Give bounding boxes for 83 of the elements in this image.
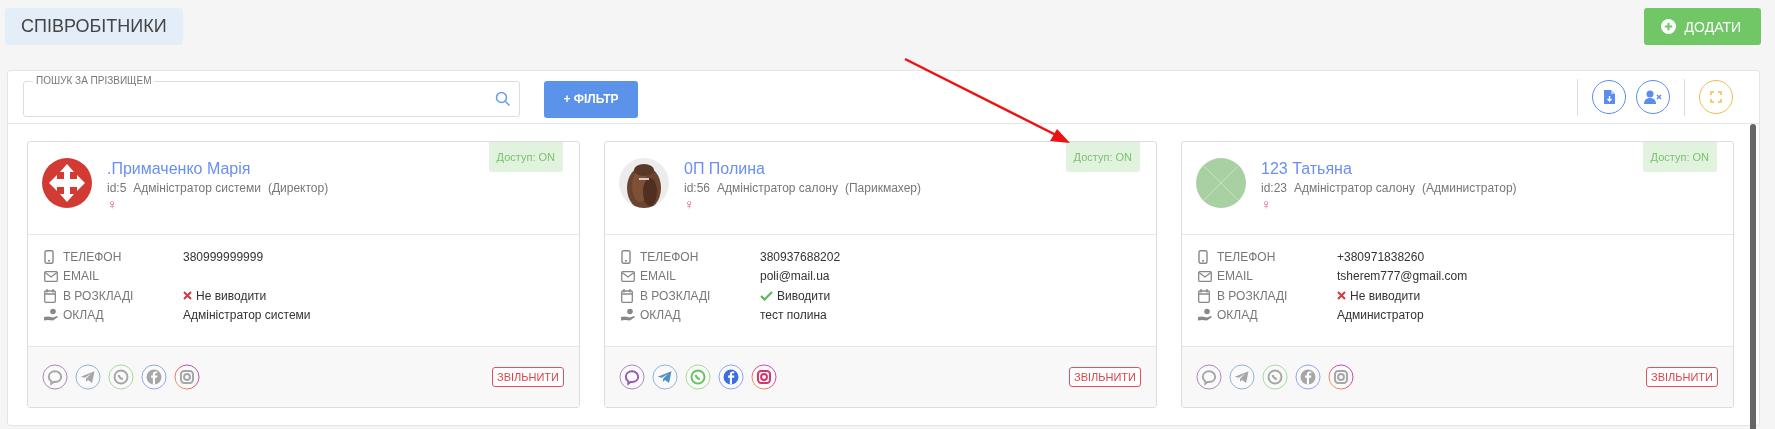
field-value: тест полина — [760, 308, 827, 323]
logo-icon — [42, 158, 92, 208]
telegram-icon[interactable] — [652, 364, 678, 390]
field-value: Администратор — [1337, 308, 1424, 323]
dismiss-button[interactable]: ЗВІЛЬНИТИ — [1069, 367, 1141, 387]
telegram-icon[interactable] — [75, 364, 101, 390]
phone-icon — [621, 249, 631, 264]
employee-role: Адміністратор салону — [717, 181, 838, 195]
field-label: В РОЗКЛАДІ — [1217, 288, 1289, 303]
field-label: ОКЛАД — [1217, 308, 1259, 323]
user-remove-icon — [1644, 90, 1662, 104]
employee-position: (Парикмахер) — [845, 181, 922, 195]
employee-role: Адміністратор салону — [1294, 181, 1415, 195]
file-download-icon — [1603, 90, 1615, 104]
access-badge: Доступ: ON — [1642, 142, 1717, 172]
calendar-icon — [621, 288, 633, 303]
hand-dollar-icon — [1198, 308, 1213, 323]
viber-icon[interactable] — [42, 364, 68, 390]
hand-dollar-icon — [44, 308, 59, 323]
avatar-placeholder-icon — [1196, 158, 1246, 208]
employee-role: Адміністратор системи — [133, 181, 261, 195]
scrollbar[interactable] — [1750, 124, 1756, 429]
add-button[interactable]: ДОДАТИ — [1643, 8, 1761, 45]
employee-name[interactable]: .Примаченко Марія — [107, 160, 329, 178]
employee-id: id:5 — [107, 181, 127, 195]
schedule-status: Не виводити — [196, 288, 267, 303]
schedule-status: Виводити — [777, 288, 831, 303]
field-value: Адміністратор системи — [183, 308, 311, 323]
field-label: В РОЗКЛАДІ — [640, 288, 712, 303]
field-value: 380937688202 — [760, 249, 841, 264]
dismiss-button[interactable]: ЗВІЛЬНИТИ — [1646, 367, 1718, 387]
field-label: В РОЗКЛАДІ — [63, 288, 135, 303]
hand-dollar-icon — [621, 308, 636, 323]
calendar-icon — [1198, 288, 1210, 303]
field-label: ТЕЛЕФОН — [1217, 249, 1277, 264]
fullscreen-icon — [1710, 91, 1722, 103]
field-label: EMAIL — [63, 269, 100, 284]
instagram-icon[interactable] — [1328, 364, 1354, 390]
viber-icon[interactable] — [1196, 364, 1222, 390]
whatsapp-icon[interactable] — [108, 364, 134, 390]
employee-position: (Директор) — [267, 181, 329, 195]
field-value: +380971838260 — [1337, 249, 1425, 264]
instagram-icon[interactable] — [751, 364, 777, 390]
dismiss-button[interactable]: ЗВІЛЬНИТИ — [492, 367, 564, 387]
search-label: ПОШУК ЗА ПРІЗВИЩЕМ — [33, 74, 155, 87]
employee-id: id:56 — [684, 181, 711, 195]
field-label: EMAIL — [1217, 269, 1254, 284]
filter-button[interactable]: + ФІЛЬТР — [544, 80, 638, 118]
instagram-icon[interactable] — [174, 364, 200, 390]
envelope-icon — [621, 270, 635, 282]
plus-circle-icon — [1660, 19, 1676, 34]
employee-name[interactable]: 123 Татьяна — [1261, 160, 1517, 178]
facebook-icon[interactable] — [141, 364, 167, 390]
employee-position: (Администратор) — [1422, 181, 1517, 195]
whatsapp-icon[interactable] — [1262, 364, 1288, 390]
field-label: ОКЛАД — [640, 308, 682, 323]
gender-symbol: ♀ — [684, 196, 695, 212]
access-badge: Доступ: ON — [488, 142, 563, 172]
telegram-icon[interactable] — [1229, 364, 1255, 390]
phone-icon — [44, 249, 54, 264]
facebook-icon[interactable] — [718, 364, 744, 390]
field-label: EMAIL — [640, 269, 677, 284]
envelope-icon — [1198, 270, 1212, 282]
field-value: 380999999999 — [183, 249, 264, 264]
field-value: tsherem777@gmail.com — [1337, 269, 1468, 284]
calendar-icon — [44, 288, 56, 303]
field-label: ТЕЛЕФОН — [640, 249, 700, 264]
envelope-icon — [44, 270, 58, 282]
access-badge: Доступ: ON — [1065, 142, 1140, 172]
phone-icon — [1198, 249, 1208, 264]
field-label: ТЕЛЕФОН — [63, 249, 123, 264]
whatsapp-icon[interactable] — [685, 364, 711, 390]
employee-name[interactable]: 0П Полина — [684, 160, 922, 178]
viber-icon[interactable] — [619, 364, 645, 390]
field-label: ОКЛАД — [63, 308, 105, 323]
gender-symbol: ♀ — [1261, 196, 1272, 212]
gender-symbol: ♀ — [107, 196, 118, 212]
search-icon[interactable] — [495, 91, 511, 107]
field-value: poli@mail.ua — [760, 269, 830, 284]
employee-id: id:23 — [1261, 181, 1288, 195]
schedule-status: Не виводити — [1350, 288, 1421, 303]
facebook-icon[interactable] — [1295, 364, 1321, 390]
page-title: СПІВРОБІТНИКИ — [5, 8, 183, 45]
